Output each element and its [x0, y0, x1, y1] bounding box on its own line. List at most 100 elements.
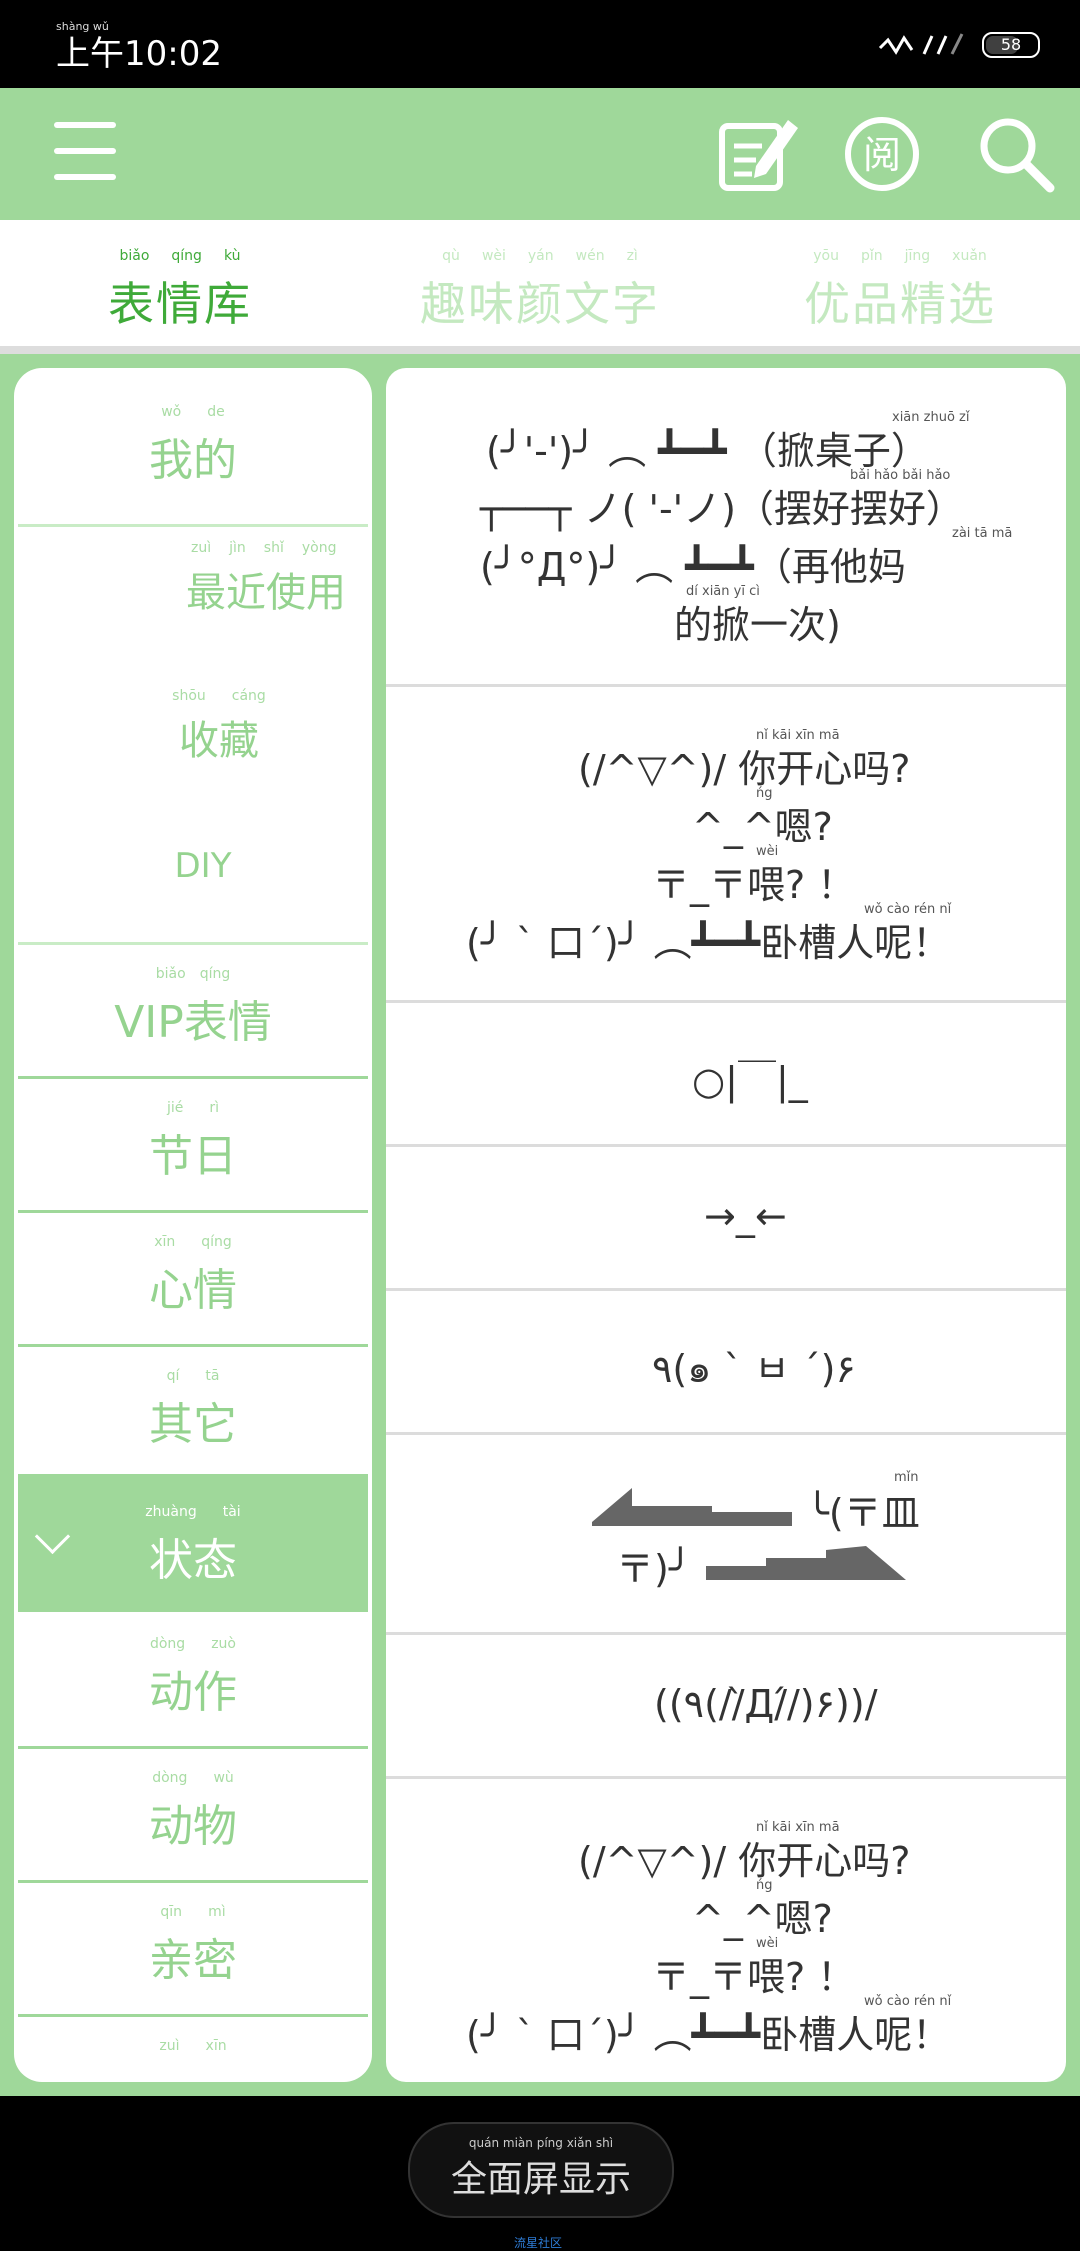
emoticon-list[interactable]: xiān zhuō zǐ (╯'-')╯ ︵ ┻━┻ （掀桌子） bǎi hǎo…	[386, 368, 1066, 2082]
tab-pinyin: qù wèi yán wén zì	[360, 248, 720, 268]
sidebar-item-mine[interactable]: wǒ de 我的	[18, 404, 368, 488]
sidebar-item-label: VIP表情	[114, 997, 272, 1048]
tab-pinyin: biǎo qíng kù	[0, 248, 360, 268]
pinyin: wén	[575, 248, 605, 264]
tab-fun-kaomoji[interactable]: qù wèi yán wén zì 趣味颜文字	[360, 248, 720, 334]
content-area: wǒ de 我的 zuì jìn shǐ yòng 最近使用 shōu cáng 收藏 D…	[0, 354, 1080, 2096]
sidebar-item-label: 动物	[149, 1801, 237, 1852]
sidebar-item-vip[interactable]: biǎo qíng VIP表情	[18, 966, 368, 1050]
emoticon-text: (╯°Д°)╯ ︵ ┻━┻（再他妈	[480, 545, 906, 589]
divider	[18, 1210, 368, 1213]
emoticon-text: (╯ ` 口´)╯ ︵┻━┻卧槽人呢！	[466, 921, 951, 965]
pinyin: dòng	[152, 1770, 188, 1786]
bottom-bar: quán miàn píng xiǎn shì 全面屏显示 流星社区	[0, 2096, 1080, 2251]
tab-pinyin: yōu pǐn jīng xuǎn	[720, 248, 1080, 268]
pinyin: mì	[208, 1904, 226, 1920]
pinyin: cáng	[231, 688, 266, 704]
status-time: shàng wǔ 上午10:02	[56, 20, 222, 75]
pinyin: zài tā mā	[952, 526, 1013, 541]
svg-text:阅: 阅	[863, 133, 901, 177]
pinyin: jié	[166, 1100, 184, 1116]
read-icon[interactable]: 阅	[838, 110, 926, 198]
pinyin: yōu	[813, 248, 839, 264]
sidebar-item-other[interactable]: qí tā 其它	[18, 1368, 368, 1452]
pinyin: zuì	[191, 540, 212, 556]
sidebar-item-intimate[interactable]: qīn mì 亲密	[18, 1904, 368, 1988]
emoticon-text: ┬──┬ ノ( '-'ノ)（摆好摆好）	[480, 487, 964, 531]
sidebar-item-label: 心情	[149, 1265, 237, 1316]
battery-level: 58	[1000, 35, 1022, 54]
status-icons: 58	[878, 30, 1040, 60]
emoticon-text: ○|￣|_	[692, 1059, 808, 1103]
emoticon-text: ╰(〒皿	[806, 1491, 920, 1535]
emoticon-text: 〒)╯	[616, 1547, 692, 1591]
pinyin: xīn	[205, 2038, 227, 2054]
sidebar-item-label: 其它	[149, 1399, 237, 1450]
tabs-divider	[0, 346, 1080, 354]
sidebar-item-recent[interactable]: zuì jìn shǐ yòng 最近使用	[86, 540, 372, 618]
emoticon-text: ((٩(//̀Д/́/)۶))/	[654, 1682, 878, 1726]
emoticon-card[interactable]: →_←	[386, 1144, 1066, 1291]
emoticon-card[interactable]: ٩(๑ ` ㅂ ´)۶	[386, 1288, 1066, 1435]
pinyin: tài	[222, 1504, 241, 1520]
pinyin: xīn	[154, 1234, 176, 1250]
sidebar-item-diy[interactable]: DIY	[28, 846, 372, 886]
sidebar-item-animal[interactable]: dòng wù 动物	[18, 1770, 368, 1854]
pinyin: yòng	[301, 540, 337, 556]
sidebar-item-mood[interactable]: xīn qíng 心情	[18, 1234, 368, 1318]
pinyin: jìn	[229, 540, 246, 556]
emoticon-card[interactable]: mǐn ╰(〒皿 〒)╯	[386, 1432, 1066, 1635]
emoticon-card[interactable]: nǐ kāi xīn mā (/^▽^)/ 你开心吗? ńg ^_^嗯? wèi…	[386, 684, 1066, 1003]
category-tabs: biǎo qíng kù 表情库 qù wèi yán wén zì 趣味颜文字 yōu pǐ…	[0, 220, 1080, 346]
emoticon-text: (/^▽^)/ 你开心吗?	[578, 1839, 911, 1883]
tab-label: 优品精选	[804, 277, 996, 331]
pinyin: kù	[223, 248, 241, 264]
emoticon-text: (╯'-')╯ ︵ ┻━┻ （掀桌子）	[486, 429, 929, 473]
tab-label: 表情库	[108, 277, 252, 331]
divider	[18, 1746, 368, 1749]
pinyin: zì	[626, 248, 638, 264]
emoticon-text: ٩(๑ ` ㅂ ´)۶	[652, 1347, 856, 1391]
button-label: 全面屏显示	[450, 2159, 631, 2200]
community-link[interactable]: 流星社区	[514, 2234, 562, 2251]
divider	[18, 1344, 368, 1347]
pinyin: shǐ	[263, 540, 284, 556]
blade-shape-right	[706, 1546, 906, 1580]
sidebar-item-label: 我的	[149, 435, 237, 486]
emoticon-card[interactable]: ○|￣|_	[386, 1000, 1066, 1147]
category-sidebar[interactable]: wǒ de 我的 zuì jìn shǐ yòng 最近使用 shōu cáng 收藏 D…	[14, 368, 372, 2082]
pinyin: biǎo	[155, 966, 186, 982]
edit-icon[interactable]	[712, 110, 800, 198]
pinyin: pǐn	[860, 248, 883, 264]
search-icon[interactable]	[972, 110, 1060, 198]
fullscreen-button[interactable]: quán miàn píng xiǎn shì 全面屏显示	[408, 2122, 674, 2218]
pinyin: qí	[166, 1368, 180, 1384]
menu-icon[interactable]	[54, 122, 116, 186]
emoticon-card[interactable]: ((٩(//̀Д/́/)۶))/	[386, 1632, 1066, 1779]
tab-emoticon-library[interactable]: biǎo qíng kù 表情库	[0, 248, 360, 334]
blade-shape-left	[592, 1488, 792, 1526]
pinyin: qíng	[171, 248, 202, 264]
button-pinyin: quán miàn píng xiǎn shì	[468, 2136, 614, 2150]
emoticon-card[interactable]: nǐ kāi xīn mā (/^▽^)/ 你开心吗? ńg ^_^嗯? wèi…	[386, 1776, 1066, 2082]
pinyin: yán	[527, 248, 554, 264]
sidebar-item-favorites[interactable]: shōu cáng 收藏	[44, 688, 372, 766]
pinyin: rì	[209, 1100, 220, 1116]
emoticon-card[interactable]: xiān zhuō zǐ (╯'-')╯ ︵ ┻━┻ （掀桌子） bǎi hǎo…	[386, 368, 1066, 687]
pinyin: shōu	[172, 688, 206, 704]
pinyin: wù	[213, 1770, 234, 1786]
pinyin: zuì	[159, 2038, 180, 2054]
sidebar-item-action[interactable]: dòng zuò 动作	[18, 1636, 368, 1720]
pinyin: dòng	[149, 1636, 186, 1652]
tab-featured[interactable]: yōu pǐn jīng xuǎn 优品精选	[720, 248, 1080, 334]
sidebar-item-latest[interactable]: zuì xīn	[18, 2038, 368, 2058]
toolbar: 阅	[0, 88, 1080, 220]
pinyin: jīng	[904, 248, 931, 264]
sidebar-item-festival[interactable]: jié rì 节日	[18, 1100, 368, 1184]
pinyin: zuò	[211, 1636, 236, 1652]
sidebar-item-status[interactable]: zhuàng tài 状态	[18, 1474, 368, 1612]
sidebar-item-label: 亲密	[149, 1935, 237, 1986]
emoticon-text: 的掀一次)	[674, 603, 841, 647]
emoticon-text: ^_^嗯?	[692, 805, 833, 849]
divider	[18, 524, 368, 527]
